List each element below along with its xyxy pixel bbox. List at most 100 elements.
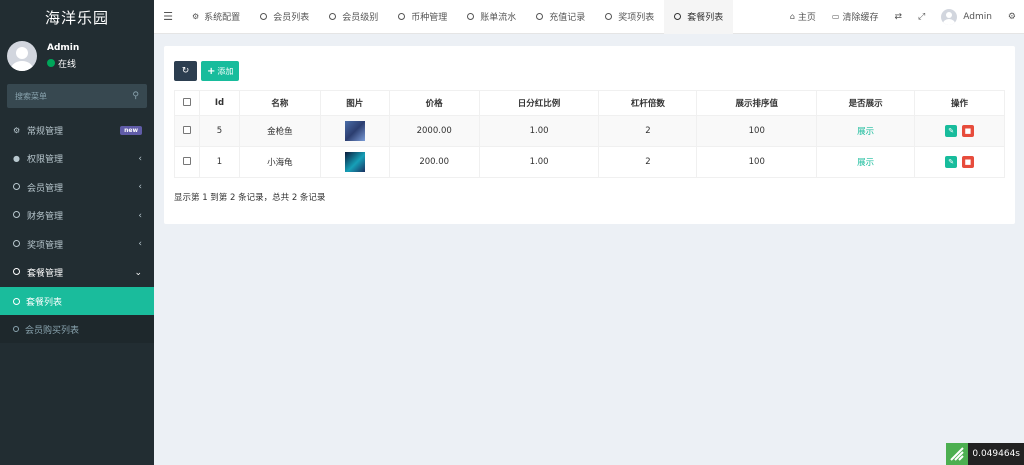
column-header[interactable]: 名称 bbox=[238, 90, 321, 116]
debug-trace-bar[interactable]: 0.049464s bbox=[946, 443, 1024, 465]
clear-cache-button[interactable]: ▭ 清除缓存 bbox=[824, 10, 887, 23]
package-image[interactable] bbox=[344, 121, 365, 141]
name-cell: 金枪鱼 bbox=[238, 115, 321, 147]
actions-cell: ✎ ■ bbox=[914, 115, 1005, 147]
home-link[interactable]: ⌂ 主页 bbox=[782, 10, 824, 23]
sidebar-item-label: 会员管理 bbox=[27, 183, 64, 194]
sidebar-subitem-package-list[interactable]: 套餐列表 bbox=[0, 287, 154, 315]
tab-system-config[interactable]: ⚙ 系统配置 bbox=[182, 0, 250, 34]
tab-label: 会员级别 bbox=[342, 13, 379, 23]
tab-package-list[interactable]: 套餐列表 bbox=[664, 0, 734, 34]
name-cell: 小海龟 bbox=[238, 146, 321, 178]
tab-member-list[interactable]: 会员列表 bbox=[250, 0, 319, 34]
row-checkbox[interactable] bbox=[182, 156, 191, 165]
row-checkbox[interactable] bbox=[182, 125, 191, 134]
gear-icon: ⚙ bbox=[192, 12, 200, 21]
trash-icon: ■ bbox=[964, 127, 972, 135]
user-status-label: 在线 bbox=[58, 59, 77, 70]
sidebar-item-label: 套餐管理 bbox=[27, 269, 64, 280]
table-row: 5 金枪鱼 2000.00 1.00 2 100 展示 ✎ ■ bbox=[174, 115, 1005, 147]
pencil-icon: ✎ bbox=[948, 127, 955, 135]
sidebar-subitem-purchase-list[interactable]: 会员购买列表 bbox=[0, 315, 154, 343]
user-panel: Admin 在线 bbox=[0, 34, 154, 78]
trash-icon: ▭ bbox=[831, 12, 840, 21]
column-header[interactable]: 图片 bbox=[319, 90, 390, 116]
pagination-info: 显示第 1 到第 2 条记录，总共 2 条记录 bbox=[174, 193, 326, 203]
row-select-cell bbox=[174, 146, 200, 178]
column-header[interactable]: 日分红比例 bbox=[478, 90, 600, 116]
menu-search-input[interactable] bbox=[15, 91, 125, 101]
edit-button[interactable]: ✎ bbox=[945, 125, 958, 137]
tab-label: 系统配置 bbox=[204, 13, 241, 23]
delete-button[interactable]: ■ bbox=[961, 156, 974, 168]
chevron-left-icon: ‹ bbox=[138, 153, 142, 164]
leverage-cell: 2 bbox=[598, 115, 698, 147]
user-status: 在线 bbox=[47, 57, 79, 70]
sidebar-item-general[interactable]: ⚙ 常规管理 new bbox=[0, 116, 154, 145]
sidebar-item-packages[interactable]: 套餐管理 ⌄ bbox=[0, 259, 154, 288]
home-icon: ⌂ bbox=[789, 12, 795, 21]
runtime-value: 0.049464s bbox=[972, 449, 1020, 459]
tab-label: 币种管理 bbox=[411, 13, 448, 23]
sidebar-item-finance[interactable]: 财务管理 ‹ bbox=[0, 202, 154, 231]
search-icon[interactable]: ⚲ bbox=[132, 91, 139, 101]
chevron-left-icon: ‹ bbox=[138, 182, 142, 193]
top-nav: ☰ ⚙ 系统配置 会员列表 会员级别 币种管理 账单流水 充值记录 奖项列表 套… bbox=[154, 0, 1024, 34]
edit-button[interactable]: ✎ bbox=[945, 156, 958, 168]
show-cell: 展示 bbox=[816, 115, 916, 147]
sidebar-item-prizes[interactable]: 奖项管理 ‹ bbox=[0, 230, 154, 259]
delete-button[interactable]: ■ bbox=[961, 125, 974, 137]
column-header[interactable]: 展示排序值 bbox=[696, 90, 818, 116]
circle-icon bbox=[398, 13, 406, 20]
language-button[interactable]: ⇄ bbox=[886, 12, 910, 22]
sidebar-menu: ⚙ 常规管理 new ● 权限管理 ‹ 会员管理 ‹ 财务管理 ‹ 奖项管理 ‹… bbox=[0, 116, 154, 343]
menu-toggle-icon[interactable]: ☰ bbox=[154, 10, 182, 23]
tab-label: 账单流水 bbox=[480, 13, 517, 23]
sort-cell: 100 bbox=[696, 146, 818, 178]
show-status-link[interactable]: 展示 bbox=[857, 127, 874, 137]
ratio-cell: 1.00 bbox=[478, 115, 600, 147]
sidebar: 海洋乐园 Admin 在线 ⚲ ⚙ 常规管理 new ● 权限管理 ‹ 会员管理… bbox=[0, 0, 154, 465]
column-header[interactable]: 价格 bbox=[388, 90, 480, 116]
column-header[interactable]: 杠杆倍数 bbox=[598, 90, 698, 116]
clear-cache-label: 清除缓存 bbox=[842, 13, 879, 23]
circle-icon bbox=[674, 13, 682, 20]
package-image[interactable] bbox=[344, 152, 365, 172]
price-cell: 200.00 bbox=[388, 146, 480, 178]
image-cell bbox=[319, 115, 390, 147]
trash-icon: ■ bbox=[964, 158, 972, 166]
sidebar-item-label: 奖项管理 bbox=[27, 240, 64, 251]
fullscreen-icon: ⤢ bbox=[918, 11, 926, 22]
column-header[interactable]: Id bbox=[198, 90, 240, 116]
settings-button[interactable]: ⚙ bbox=[1000, 12, 1024, 22]
tab-recharge[interactable]: 充值记录 bbox=[526, 0, 595, 34]
user-menu[interactable]: Admin bbox=[933, 8, 1000, 25]
refresh-button[interactable]: ↻ bbox=[174, 61, 197, 81]
table-header-row: Id 名称 图片 价格 日分红比例 杠杆倍数 展示排序值 是否展示 操作 bbox=[174, 90, 1005, 116]
gears-icon: ⚙ bbox=[13, 125, 21, 135]
tab-label: 充值记录 bbox=[549, 13, 586, 23]
tab-prize-list[interactable]: 奖项列表 bbox=[595, 0, 664, 34]
circle-icon bbox=[536, 13, 544, 20]
tab-member-level[interactable]: 会员级别 bbox=[319, 0, 388, 34]
tab-currency[interactable]: 币种管理 bbox=[388, 0, 457, 34]
show-status-link[interactable]: 展示 bbox=[857, 158, 874, 168]
circle-icon bbox=[467, 13, 475, 20]
add-button[interactable]: + 添加 bbox=[201, 61, 240, 81]
fullscreen-button[interactable]: ⤢ bbox=[910, 12, 933, 22]
circle-icon bbox=[13, 182, 20, 190]
package-table: Id 名称 图片 价格 日分红比例 杠杆倍数 展示排序值 是否展示 操作 5 金… bbox=[174, 90, 1005, 178]
app-logo[interactable]: 海洋乐园 bbox=[0, 0, 154, 34]
home-label: 主页 bbox=[797, 13, 816, 23]
sidebar-subitem-label: 会员购买列表 bbox=[25, 325, 80, 336]
avatar bbox=[941, 8, 958, 25]
avatar bbox=[7, 41, 37, 71]
tab-label: 奖项列表 bbox=[618, 13, 655, 23]
tab-bill-flow[interactable]: 账单流水 bbox=[457, 0, 526, 34]
select-all-checkbox[interactable] bbox=[182, 97, 191, 106]
show-cell: 展示 bbox=[816, 146, 916, 178]
sidebar-item-permissions[interactable]: ● 权限管理 ‹ bbox=[0, 145, 154, 174]
column-header[interactable]: 是否展示 bbox=[816, 90, 916, 116]
sidebar-item-members[interactable]: 会员管理 ‹ bbox=[0, 173, 154, 202]
users-icon: ● bbox=[13, 154, 20, 164]
